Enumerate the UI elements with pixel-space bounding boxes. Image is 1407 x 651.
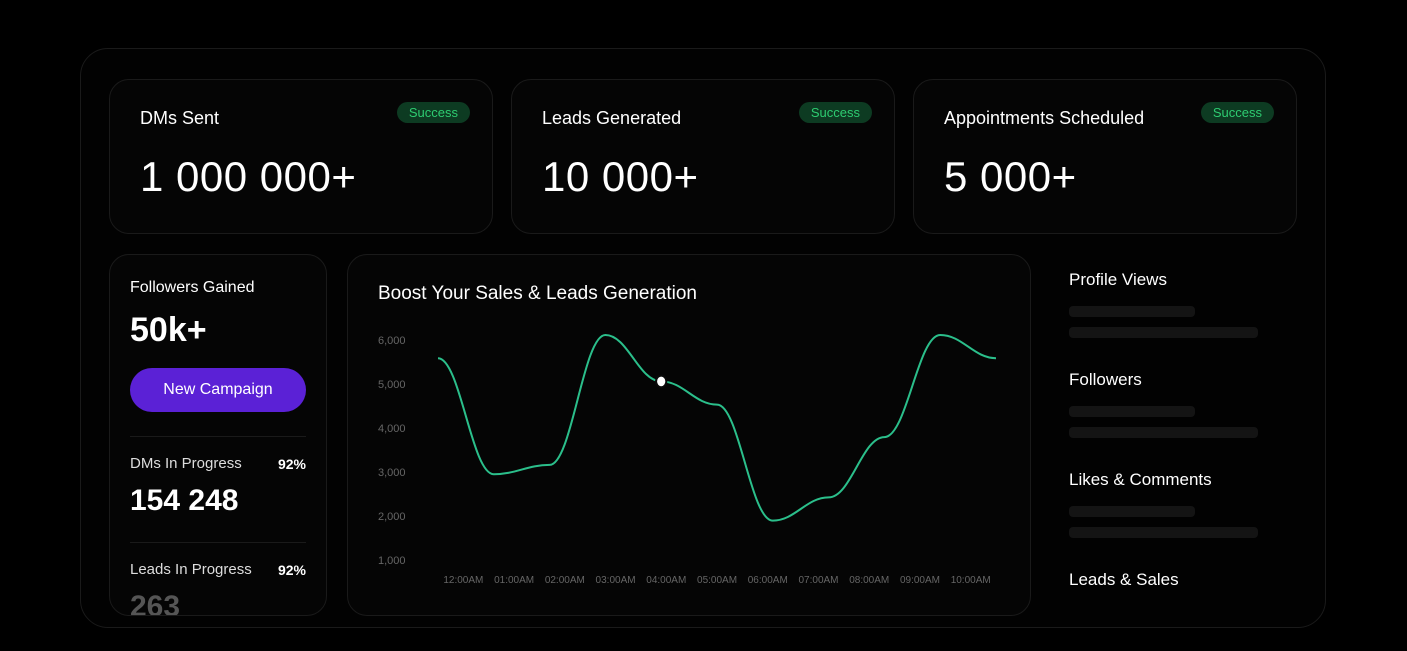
- y-tick: 6,000: [378, 335, 424, 347]
- leads-progress-pct: 92%: [278, 562, 306, 578]
- y-tick: 2,000: [378, 511, 424, 523]
- status-badge: Success: [1201, 102, 1274, 123]
- divider: [130, 542, 306, 543]
- section-title: Followers: [1069, 370, 1279, 390]
- x-tick: 06:00AM: [742, 575, 793, 597]
- chart-area: 6,000 5,000 4,000 3,000 2,000 1,000 12:00AM01…: [378, 335, 1006, 597]
- kpi-value: 10 000+: [542, 153, 864, 201]
- kpi-value: 5 000+: [944, 153, 1266, 201]
- right-rail: Profile Views Followers Likes & Comments…: [1051, 254, 1297, 616]
- chart-plot: [438, 335, 996, 567]
- dashboard-board: DMs Sent Success 1 000 000+ Leads Genera…: [80, 48, 1326, 628]
- leads-progress-row: Leads In Progress 92%: [130, 561, 306, 578]
- dms-progress-value: 154 248: [130, 484, 306, 518]
- chart-title: Boost Your Sales & Leads Generation: [378, 283, 1006, 305]
- section-title: Leads & Sales: [1069, 570, 1279, 590]
- chart-line: [438, 335, 996, 521]
- skeleton-line: [1069, 306, 1195, 317]
- x-tick: 12:00AM: [438, 575, 489, 597]
- content-row: Followers Gained 50k+ New Campaign DMs I…: [109, 254, 1297, 616]
- dms-progress-row: DMs In Progress 92%: [130, 455, 306, 472]
- chart-highlight-dot: [656, 376, 666, 388]
- section-title: Likes & Comments: [1069, 470, 1279, 490]
- kpi-card-appointments: Appointments Scheduled Success 5 000+: [913, 79, 1297, 234]
- x-tick: 05:00AM: [692, 575, 743, 597]
- skeleton-line: [1069, 327, 1258, 338]
- x-tick: 02:00AM: [539, 575, 590, 597]
- x-tick: 08:00AM: [844, 575, 895, 597]
- x-tick: 09:00AM: [895, 575, 946, 597]
- kpi-row: DMs Sent Success 1 000 000+ Leads Genera…: [109, 79, 1297, 234]
- kpi-value: 1 000 000+: [140, 153, 462, 201]
- status-badge: Success: [397, 102, 470, 123]
- section-followers[interactable]: Followers: [1069, 370, 1279, 438]
- leads-progress-value: 263: [130, 590, 306, 616]
- chart-panel: Boost Your Sales & Leads Generation 6,00…: [347, 254, 1031, 616]
- x-tick: 07:00AM: [793, 575, 844, 597]
- section-leads-sales[interactable]: Leads & Sales: [1069, 570, 1279, 590]
- dms-progress-pct: 92%: [278, 456, 306, 472]
- leads-progress-label: Leads In Progress: [130, 561, 252, 578]
- skeleton-line: [1069, 506, 1195, 517]
- y-tick: 5,000: [378, 379, 424, 391]
- kpi-card-dms-sent: DMs Sent Success 1 000 000+: [109, 79, 493, 234]
- followers-panel: Followers Gained 50k+ New Campaign DMs I…: [109, 254, 327, 616]
- skeleton-line: [1069, 427, 1258, 438]
- y-tick: 3,000: [378, 467, 424, 479]
- skeleton-line: [1069, 406, 1195, 417]
- x-tick: 10:00AM: [945, 575, 996, 597]
- y-axis: 6,000 5,000 4,000 3,000 2,000 1,000: [378, 335, 424, 567]
- followers-value: 50k+: [130, 311, 306, 350]
- y-tick: 1,000: [378, 555, 424, 567]
- x-tick: 04:00AM: [641, 575, 692, 597]
- divider: [130, 436, 306, 437]
- y-tick: 4,000: [378, 423, 424, 435]
- skeleton-line: [1069, 527, 1258, 538]
- section-profile-views[interactable]: Profile Views: [1069, 270, 1279, 338]
- section-likes-comments[interactable]: Likes & Comments: [1069, 470, 1279, 538]
- kpi-card-leads-generated: Leads Generated Success 10 000+: [511, 79, 895, 234]
- x-tick: 03:00AM: [590, 575, 641, 597]
- dms-progress-label: DMs In Progress: [130, 455, 242, 472]
- x-tick: 01:00AM: [489, 575, 540, 597]
- new-campaign-button[interactable]: New Campaign: [130, 368, 306, 412]
- followers-title: Followers Gained: [130, 279, 306, 297]
- x-axis: 12:00AM01:00AM02:00AM03:00AM04:00AM05:00…: [438, 575, 996, 597]
- status-badge: Success: [799, 102, 872, 123]
- section-title: Profile Views: [1069, 270, 1279, 290]
